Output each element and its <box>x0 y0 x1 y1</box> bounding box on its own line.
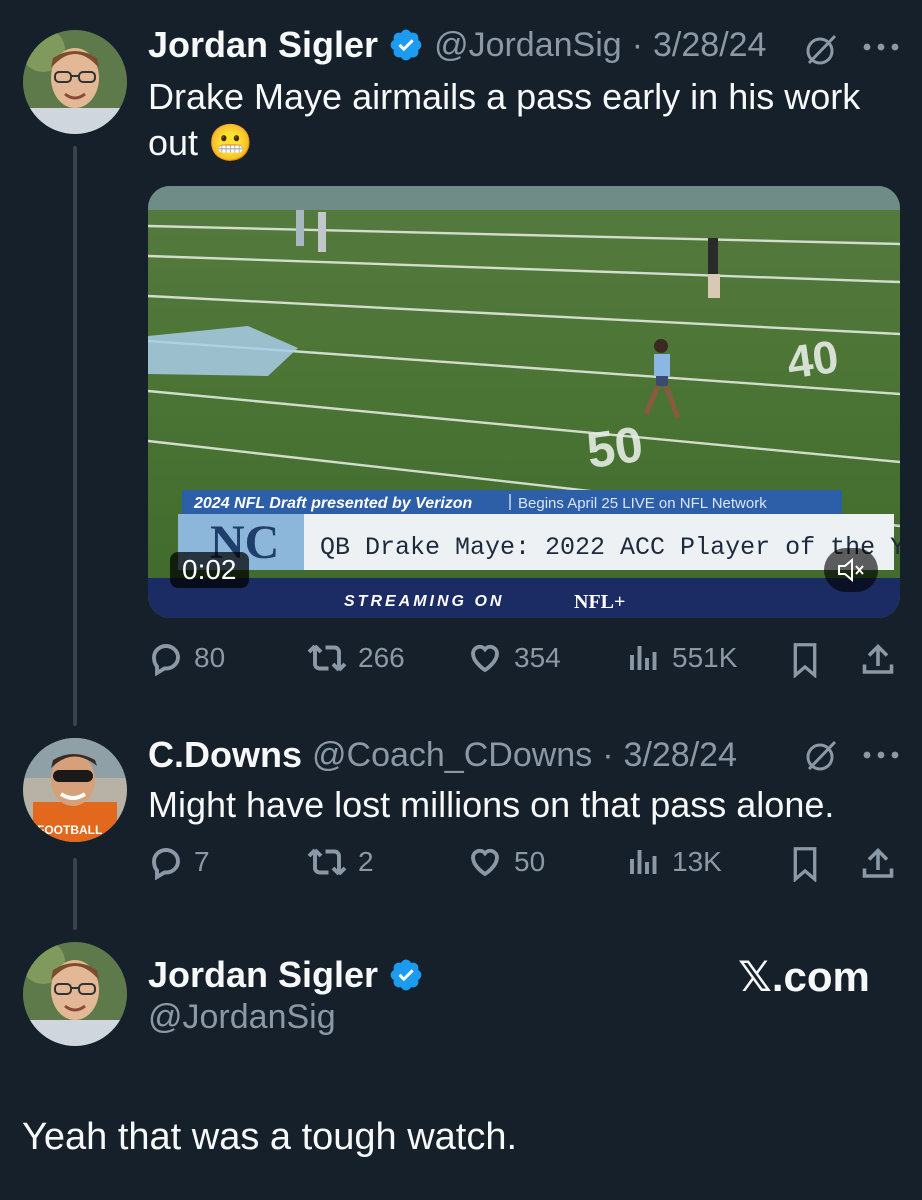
lower-third-text: QB Drake Maye: 2022 ACC Player of the Ye… <box>320 533 900 562</box>
like-count: 50 <box>514 846 546 877</box>
grok-icon[interactable] <box>803 32 839 68</box>
avatar[interactable] <box>23 30 127 134</box>
reply-button[interactable]: 80 <box>148 640 225 676</box>
duration-label: 0:02 <box>182 554 237 585</box>
author-handle[interactable]: @Coach_CDowns <box>312 736 592 775</box>
retweet-count: 2 <box>358 846 374 877</box>
reply-count: 7 <box>194 846 210 877</box>
retweet-button[interactable]: 266 <box>306 640 405 676</box>
avatar[interactable]: FOOTBALL <box>23 738 127 842</box>
tweet-text: Yeah that was a tough watch. <box>22 1116 518 1158</box>
video-player[interactable]: 40 50 2024 NFL Draft presented by Verizo… <box>148 186 900 618</box>
views-button[interactable]: 13K <box>626 844 722 880</box>
verified-badge-icon <box>390 29 422 61</box>
retweet-icon <box>307 848 347 876</box>
reply-button[interactable]: 7 <box>148 844 210 880</box>
x-com-brand: 𝕏.com <box>738 953 870 1000</box>
verified-badge-icon <box>390 959 422 991</box>
field-number: 40 <box>784 330 842 389</box>
field-number: 50 <box>583 416 646 479</box>
avatar[interactable] <box>23 942 127 1046</box>
author-name[interactable]: C.Downs <box>148 734 302 776</box>
bookmark-icon[interactable] <box>788 642 822 678</box>
share-icon[interactable] <box>860 846 896 882</box>
heart-icon <box>471 848 499 877</box>
separator: · <box>602 735 614 774</box>
heart-icon <box>471 644 499 673</box>
more-icon[interactable] <box>862 748 900 762</box>
separator: · <box>631 25 644 64</box>
more-icon[interactable] <box>862 40 900 54</box>
tweet-date[interactable]: 3/28/24 <box>653 26 766 65</box>
like-count: 354 <box>514 642 561 673</box>
views-count: 13K <box>672 846 722 877</box>
reply-icon <box>152 848 180 880</box>
like-button[interactable]: 50 <box>466 844 545 880</box>
grimacing-emoji: 😬 <box>208 122 253 163</box>
video-duration: 0:02 <box>170 552 249 588</box>
retweet-count: 266 <box>358 642 405 673</box>
mute-button[interactable] <box>824 548 878 592</box>
video-frame: 40 50 2024 NFL Draft presented by Verizo… <box>148 186 900 618</box>
tweet-text-line: out <box>148 122 199 163</box>
author-name[interactable]: Jordan Sigler <box>148 954 378 996</box>
author-handle[interactable]: @JordanSig <box>434 26 622 65</box>
muted-speaker-icon <box>838 557 864 583</box>
author-name[interactable]: Jordan Sigler <box>148 24 378 66</box>
streaming-text: STREAMING ON <box>344 593 504 610</box>
thread-line <box>73 858 77 930</box>
views-icon <box>630 646 657 670</box>
bookmark-icon[interactable] <box>788 846 822 882</box>
grok-icon[interactable] <box>803 738 839 774</box>
banner-title: 2024 NFL Draft presented by Verizon <box>193 495 473 512</box>
banner-subtitle: Begins April 25 LIVE on NFL Network <box>518 495 767 512</box>
tweet-date[interactable]: 3/28/24 <box>624 736 737 775</box>
reply-count: 80 <box>194 642 226 673</box>
retweet-button[interactable]: 2 <box>306 844 374 880</box>
views-count: 551K <box>672 642 738 673</box>
thread-line <box>73 146 77 726</box>
nfl-plus-logo: NFL+ <box>574 591 625 613</box>
views-icon <box>630 850 657 874</box>
reply-icon <box>152 644 180 676</box>
author-handle[interactable]: @JordanSig <box>148 998 336 1037</box>
shirt-lettering: FOOTBALL <box>37 823 102 837</box>
tweet-text-line: Drake Maye airmails a pass early in his … <box>148 76 861 117</box>
like-button[interactable]: 354 <box>466 640 561 676</box>
tweet-text: Might have lost millions on that pass al… <box>148 784 835 825</box>
share-icon[interactable] <box>860 642 896 678</box>
retweet-icon <box>307 644 347 672</box>
views-button[interactable]: 551K <box>626 640 737 676</box>
tweet-text: Drake Maye airmails a pass early in his … <box>148 74 888 166</box>
